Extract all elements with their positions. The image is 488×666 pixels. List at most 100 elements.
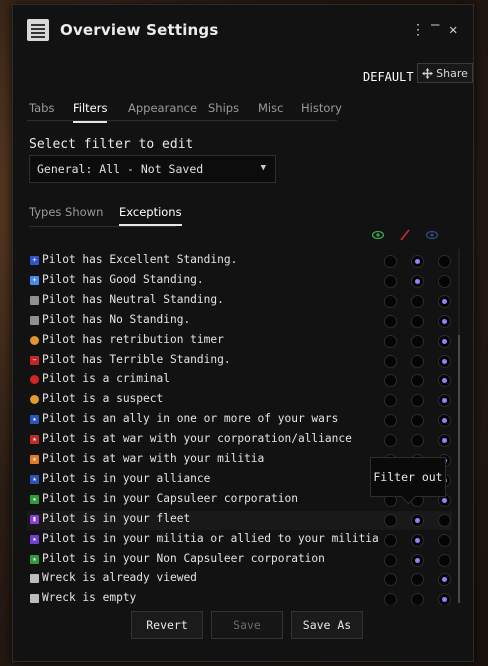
always-show-radio[interactable]	[384, 255, 397, 268]
close-icon[interactable]: ✕	[449, 22, 457, 38]
exception-label: Pilot has retribution timer	[42, 332, 224, 346]
exception-label: Pilot is at war with your corporation/al…	[42, 432, 352, 446]
tab-appearance[interactable]: Appearance	[128, 101, 197, 115]
always-hide-radio[interactable]	[438, 434, 451, 448]
always-hide-radio[interactable]	[438, 294, 451, 308]
exception-label: Pilot is in your Non Capsuleer corporati…	[42, 551, 325, 565]
always-show-radio[interactable]	[384, 593, 397, 605]
exception-label: Pilot is at war with your militia	[42, 452, 265, 465]
exception-row[interactable]: + Pilot has Good Standing.	[27, 272, 452, 291]
always-show-radio[interactable]	[384, 294, 397, 308]
exception-row[interactable]: ▮ Pilot is in your fleet	[27, 510, 452, 530]
filter-out-radio[interactable]	[411, 533, 424, 547]
revert-button[interactable]: Revert	[131, 611, 203, 639]
filter-out-radio[interactable]	[411, 274, 424, 288]
always-show-radio[interactable]	[384, 274, 397, 288]
filter-dropdown-value: General: All - Not Saved	[37, 162, 204, 176]
filter-out-radio[interactable]	[411, 573, 424, 587]
exception-label: Pilot has Good Standing.	[42, 272, 204, 286]
exception-row[interactable]: ★ Pilot is in your Non Capsuleer corporat…	[27, 551, 452, 570]
exception-row[interactable]: Wreck is already viewed	[27, 570, 452, 589]
always-hide-radio[interactable]	[438, 593, 451, 605]
exception-label: Pilot is in your alliance	[42, 471, 211, 485]
always-show-radio[interactable]	[384, 314, 397, 328]
always-show-radio[interactable]	[384, 533, 397, 547]
menu-icon[interactable]: ⋮	[411, 22, 425, 38]
exception-row[interactable]: Pilot has No Standing.	[27, 312, 452, 331]
exception-row[interactable]: Pilot has Neutral Standing.	[27, 292, 452, 311]
always-show-radio[interactable]	[384, 354, 397, 368]
always-show-radio[interactable]	[384, 374, 397, 388]
share-label: Share	[436, 66, 468, 80]
always-hide-radio[interactable]	[438, 374, 451, 388]
exception-row[interactable]: + Pilot has Excellent Standing.	[27, 252, 452, 271]
exceptions-list: + Pilot has Excellent Standing. + Pilot has…	[27, 243, 459, 605]
tab-history[interactable]: History	[301, 101, 342, 115]
filter-out-radio[interactable]	[411, 334, 424, 348]
always-show-radio[interactable]	[384, 553, 397, 567]
exception-row[interactable]: Pilot has retribution timer	[27, 332, 452, 351]
filter-out-radio[interactable]	[411, 354, 424, 368]
tooltip: Filter out	[370, 457, 446, 497]
filter-select-label: Select filter to edit	[29, 137, 194, 152]
eye-hidden-icon	[426, 230, 438, 240]
tab-tabs[interactable]: Tabs	[29, 101, 54, 115]
titlebar[interactable]: Overview Settings ⋮ — ✕	[13, 5, 473, 57]
tab-filters[interactable]: Filters	[73, 101, 108, 123]
save-button[interactable]: Save	[211, 611, 283, 639]
filter-out-radio[interactable]	[411, 374, 424, 388]
share-button[interactable]: Share	[417, 63, 473, 83]
filter-dropdown[interactable]: General: All - Not Saved ▼	[29, 155, 276, 183]
exception-row[interactable]: Pilot is a suspect	[27, 391, 452, 410]
tab-types-shown[interactable]: Types Shown	[29, 205, 103, 219]
filter-out-radio[interactable]	[411, 593, 424, 605]
always-hide-radio[interactable]	[438, 354, 451, 368]
filter-out-radio[interactable]	[411, 255, 424, 268]
always-show-radio[interactable]	[384, 334, 397, 348]
exception-label: Pilot is a criminal	[42, 372, 170, 386]
exception-row[interactable]: ★ Pilot is in your militia or allied to y…	[27, 531, 452, 550]
exception-row[interactable]: Pilot is a criminal	[27, 371, 452, 390]
exception-row[interactable]: ★ Pilot is at war with your corporation/a…	[27, 431, 452, 450]
always-hide-radio[interactable]	[438, 414, 451, 428]
always-hide-radio[interactable]	[438, 334, 451, 348]
always-hide-radio[interactable]	[438, 533, 451, 547]
always-show-radio[interactable]	[384, 394, 397, 408]
window-title: Overview Settings	[60, 21, 219, 39]
always-show-radio[interactable]	[384, 573, 397, 587]
always-hide-radio[interactable]	[438, 274, 451, 288]
overview-app-icon	[27, 19, 49, 41]
tab-ships[interactable]: Ships	[208, 101, 239, 115]
always-show-radio[interactable]	[384, 414, 397, 428]
always-hide-radio[interactable]	[438, 513, 451, 527]
exception-label: Pilot is in your Capsuleer corporation	[42, 491, 298, 505]
tab-exceptions[interactable]: Exceptions	[119, 205, 182, 226]
filter-out-radio[interactable]	[411, 414, 424, 428]
exception-label: Wreck is already viewed	[42, 571, 197, 585]
exception-label: Pilot has Neutral Standing.	[42, 292, 224, 306]
filter-out-radio[interactable]	[411, 314, 424, 328]
always-show-radio[interactable]	[384, 513, 397, 527]
standing-icon: ★	[30, 435, 39, 445]
always-hide-radio[interactable]	[438, 394, 451, 408]
scrollbar-thumb[interactable]	[458, 335, 460, 603]
filter-out-radio[interactable]	[411, 553, 424, 567]
filter-out-radio[interactable]	[411, 513, 424, 527]
always-hide-radio[interactable]	[438, 314, 451, 328]
exception-label: Pilot is a suspect	[42, 392, 164, 406]
always-hide-radio[interactable]	[438, 553, 451, 567]
always-show-radio[interactable]	[384, 434, 397, 448]
always-hide-radio[interactable]	[438, 255, 451, 268]
filter-out-radio[interactable]	[411, 294, 424, 308]
preset-name: DEFAULT	[363, 70, 414, 84]
minimize-icon[interactable]: —	[431, 17, 439, 33]
filter-subtabs: Types Shown Exceptions	[29, 205, 182, 227]
exception-row[interactable]: − Pilot has Terrible Standing.	[27, 352, 452, 371]
exception-row[interactable]: Wreck is empty	[27, 590, 452, 605]
filter-out-radio[interactable]	[411, 434, 424, 448]
exception-row[interactable]: ★ Pilot is an ally in one or more of your…	[27, 411, 452, 430]
tab-misc[interactable]: Misc	[258, 101, 292, 115]
save-as-button[interactable]: Save As	[291, 611, 363, 639]
always-hide-radio[interactable]	[438, 573, 451, 587]
filter-out-radio[interactable]	[411, 394, 424, 408]
